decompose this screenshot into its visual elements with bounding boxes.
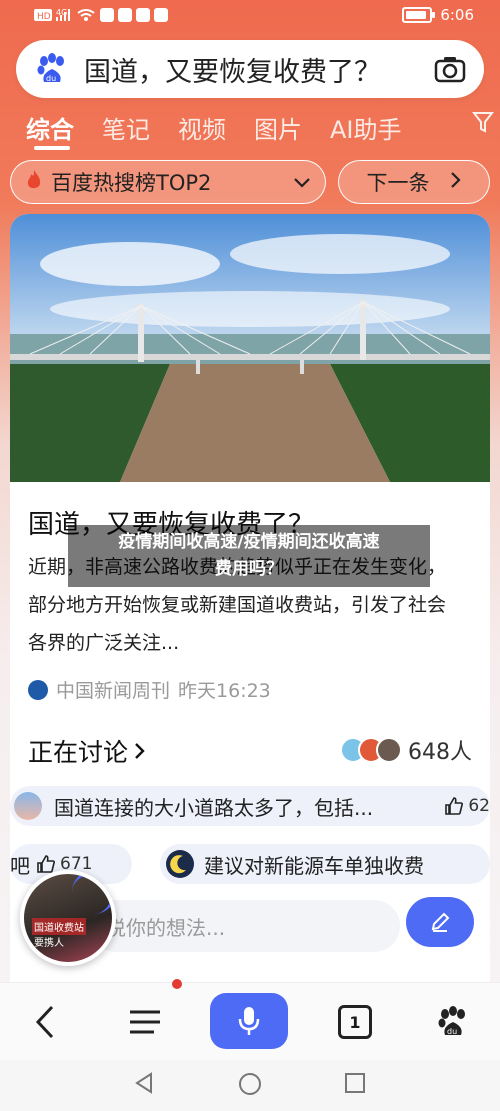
system-recents-icon[interactable] bbox=[344, 1072, 366, 1098]
discussion-title: 正在讨论 bbox=[28, 738, 129, 767]
next-button[interactable]: 下一条 bbox=[338, 160, 490, 204]
comment-text: 建议对新能源车单独收费 bbox=[204, 853, 424, 878]
menu-button[interactable] bbox=[120, 995, 170, 1049]
tab-ai-assistant[interactable]: AI助手 bbox=[330, 110, 402, 144]
search-input[interactable]: 国道，又要恢复收费了？ bbox=[84, 50, 430, 89]
camera-icon[interactable] bbox=[430, 49, 470, 89]
search-tabs: 综合 笔记 视频 图片 AI助手 bbox=[26, 110, 500, 150]
baidu-logo-icon[interactable]: du bbox=[34, 51, 70, 87]
tab-count: 1 bbox=[338, 1005, 372, 1039]
chevron-right-icon bbox=[135, 743, 145, 759]
floating-video-player[interactable]: 国道收费站 要携人 bbox=[20, 870, 116, 966]
status-bar: HD 4G 6:06 bbox=[0, 0, 500, 32]
svg-text:HD: HD bbox=[37, 12, 51, 22]
write-comment-button[interactable] bbox=[406, 897, 474, 947]
svg-text:du: du bbox=[447, 1027, 457, 1036]
battery-icon bbox=[402, 7, 436, 23]
hot-search-label: 百度热搜榜TOP2 bbox=[51, 171, 212, 195]
baidu-paw-icon: du bbox=[438, 1006, 465, 1036]
chevron-down-icon bbox=[293, 170, 311, 194]
thumbs-up-icon bbox=[445, 797, 464, 815]
participant-avatars bbox=[340, 737, 402, 763]
notification-dot bbox=[172, 979, 182, 989]
system-home-icon[interactable] bbox=[238, 1072, 262, 1100]
menu-icon bbox=[130, 1010, 160, 1034]
hot-search-pill[interactable]: 百度热搜榜TOP2 bbox=[10, 160, 326, 204]
comment-avatar bbox=[14, 792, 42, 820]
tab-images[interactable]: 图片 bbox=[254, 110, 302, 144]
overlay-line-1: 疫情期间收高速/疫情期间还收高速 bbox=[118, 532, 380, 552]
comment-avatar bbox=[166, 850, 194, 878]
comment-item[interactable]: 国道连接的大小道路太多了，包括... 62 bbox=[10, 786, 490, 826]
tab-all[interactable]: 综合 bbox=[26, 110, 74, 150]
status-icons-left: HD 4G bbox=[34, 7, 174, 23]
clock: 6:06 bbox=[440, 6, 474, 24]
status-right: 6:06 bbox=[402, 6, 474, 24]
svg-text:du: du bbox=[46, 74, 56, 83]
flame-icon bbox=[25, 169, 43, 196]
thumbs-up-icon bbox=[37, 855, 55, 873]
hot-search-row: 百度热搜榜TOP2 下一条 bbox=[10, 160, 490, 204]
microphone-icon bbox=[238, 1007, 260, 1035]
overlay-banner: 疫情期间收高速/疫情期间还收高速 费用吗？ bbox=[68, 525, 430, 587]
search-bar[interactable]: du 国道，又要恢复收费了？ bbox=[16, 40, 484, 98]
comment-text: 国道连接的大小道路太多了，包括... bbox=[54, 795, 374, 820]
system-navigation-bar bbox=[0, 1060, 500, 1111]
participant-count-text: 648人 bbox=[408, 740, 472, 765]
participant-count: 648人 bbox=[340, 734, 472, 766]
voice-search-button[interactable] bbox=[210, 993, 288, 1049]
bottom-navigation: 1 du bbox=[0, 979, 500, 1061]
discussion-heading[interactable]: 正在讨论 bbox=[28, 733, 146, 769]
comment-likes[interactable]: 62 bbox=[444, 796, 490, 816]
status-icons: HD 4G bbox=[34, 8, 168, 22]
pencil-icon bbox=[431, 912, 450, 932]
video-caption-secondary: 要携人 bbox=[34, 938, 64, 949]
chevron-right-icon bbox=[450, 170, 462, 194]
comment-input[interactable]: 说你的想法... bbox=[90, 900, 400, 952]
filter-icon[interactable] bbox=[471, 110, 495, 144]
article-source[interactable]: 中国新闻周刊 昨天16:23 bbox=[28, 676, 271, 703]
system-back-icon[interactable] bbox=[134, 1072, 154, 1098]
article-hero-image[interactable] bbox=[10, 214, 490, 482]
baidu-home-button[interactable]: du bbox=[428, 995, 478, 1049]
tab-notes[interactable]: 笔记 bbox=[102, 110, 150, 144]
back-button[interactable] bbox=[20, 995, 70, 1049]
tab-video[interactable]: 视频 bbox=[178, 110, 226, 144]
tabs-button[interactable]: 1 bbox=[330, 995, 380, 1049]
next-label: 下一条 bbox=[366, 171, 430, 195]
source-logo-icon bbox=[28, 679, 48, 700]
overlay-line-2: 费用吗？ bbox=[215, 559, 283, 579]
source-name: 中国新闻周刊 bbox=[56, 680, 171, 702]
publish-time: 昨天16:23 bbox=[178, 680, 271, 702]
video-caption: 国道收费站 bbox=[32, 918, 86, 935]
chevron-left-icon bbox=[35, 1005, 54, 1039]
comment-text: 吧 bbox=[10, 853, 30, 878]
comment-item[interactable]: 建议对新能源车单独收费 bbox=[160, 844, 490, 884]
like-count: 62 bbox=[468, 796, 490, 816]
